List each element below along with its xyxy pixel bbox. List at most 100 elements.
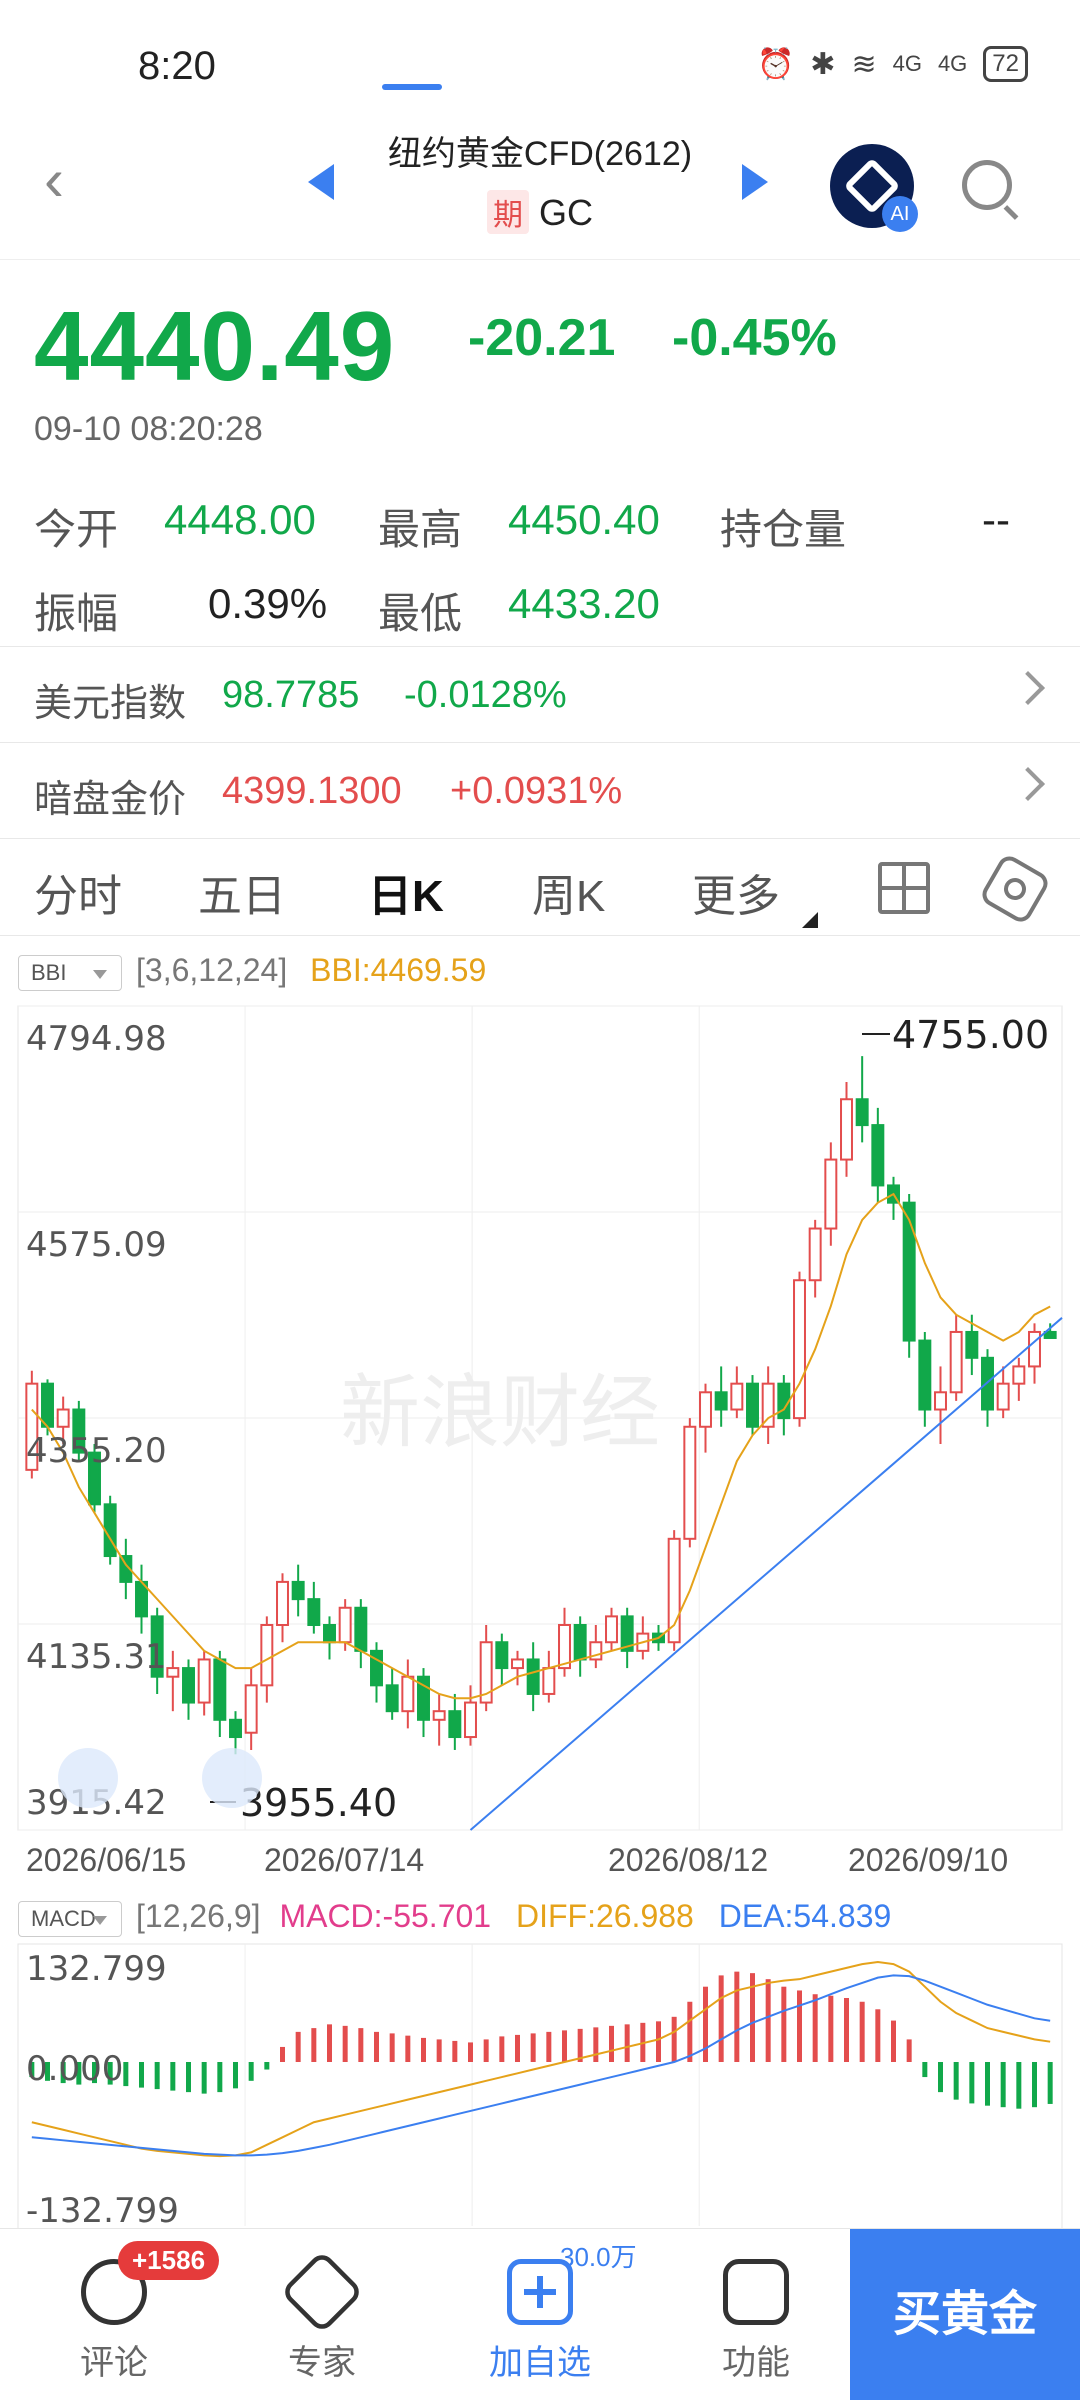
- macd-bar: [656, 2021, 661, 2062]
- candle-body: [934, 1391, 947, 1411]
- symbol-line: 期 GC: [0, 190, 1080, 234]
- candle-body: [746, 1382, 759, 1428]
- candle-body: [354, 1606, 368, 1652]
- macd-bar: [687, 2001, 693, 2062]
- candle-body: [605, 1615, 618, 1644]
- tab-intraday[interactable]: 分时: [34, 860, 122, 924]
- bbi-value: BBI:4469.59: [310, 952, 487, 988]
- date-label: 2026/09/10: [848, 1842, 1009, 1878]
- price-change: -20.21: [468, 309, 616, 367]
- macd-bar: [969, 2062, 975, 2104]
- y-axis-label: 4794.98: [26, 1019, 167, 1059]
- macd-bar: [170, 2062, 176, 2091]
- function-icon: [723, 2259, 789, 2325]
- expand-chart-icon: [58, 1748, 118, 1808]
- candle-body: [855, 1098, 869, 1127]
- date-label: 2026/08/12: [608, 1842, 769, 1878]
- divider: [0, 742, 1080, 743]
- battery-icon: 72: [983, 46, 1028, 82]
- high-value-wrap: 4450.40: [508, 496, 660, 544]
- macd-bar: [1000, 2062, 1006, 2108]
- macd-header: MACD [12,26,9] MACD:-55.701 DIFF:26.988 D…: [18, 1898, 891, 1938]
- candle-body: [793, 1279, 806, 1420]
- tab-daily-k[interactable]: 日K: [368, 860, 444, 924]
- function-tab[interactable]: 功能: [686, 2229, 826, 2384]
- macd-bar: [499, 2036, 505, 2062]
- usd-index-change: -0.0128%: [404, 674, 567, 716]
- macd-bar: [1016, 2062, 1022, 2109]
- candle-body: [213, 1658, 227, 1721]
- fullscreen-icon: [202, 1748, 262, 1808]
- function-label: 功能: [722, 2344, 790, 2382]
- candle-body: [714, 1391, 728, 1411]
- open-label: 今开: [34, 506, 119, 553]
- alarm-icon: ⏰: [756, 47, 795, 81]
- buy-gold-button[interactable]: 买黄金: [850, 2229, 1080, 2400]
- expert-tab[interactable]: 专家: [252, 2229, 392, 2384]
- candle-body: [323, 1623, 336, 1644]
- symbol-code: GC: [539, 192, 593, 233]
- search-icon[interactable]: [962, 160, 1012, 210]
- indicator-select[interactable]: BBI: [18, 954, 122, 991]
- macd-bar: [828, 1995, 834, 2062]
- macd-bar: [765, 1979, 771, 2062]
- macd-y-label: 132.799: [26, 1949, 167, 1989]
- macd-select[interactable]: MACD: [18, 1900, 122, 1937]
- y-axis-label: 4575.09: [26, 1225, 167, 1265]
- title-bar: ‹ 纽约黄金CFD(2612) 期 GC AI: [0, 120, 1080, 260]
- more-dropdown-icon: [802, 912, 818, 928]
- candle-body: [244, 1684, 258, 1734]
- date-label: 2026/07/14: [264, 1842, 425, 1878]
- chevron-right-icon: [1011, 671, 1045, 705]
- macd-bar: [374, 2031, 379, 2062]
- wifi-icon: ≋: [851, 47, 877, 81]
- macd-bar: [154, 2062, 160, 2090]
- candle-body: [260, 1623, 274, 1687]
- low-stat: 最低: [378, 580, 462, 641]
- candle-body: [840, 1098, 853, 1161]
- page-title: 纽约黄金CFD(2612): [387, 135, 693, 173]
- candle-body: [526, 1658, 540, 1695]
- candle-body: [573, 1623, 587, 1661]
- macd-bar: [468, 2042, 473, 2062]
- candle-body: [902, 1201, 916, 1342]
- macd-bar: [593, 2027, 599, 2062]
- macd-bar: [797, 1990, 802, 2062]
- macd-bar: [233, 2062, 238, 2089]
- layout-grid-icon[interactable]: [878, 862, 930, 914]
- candle-body: [338, 1606, 352, 1644]
- macd-bar: [452, 2040, 458, 2062]
- diff-value: DIFF:26.988: [515, 1898, 694, 1934]
- dark-pool-row[interactable]: 暗盘金价 4399.1300 +0.0931%: [0, 744, 1080, 840]
- candle-body: [1012, 1365, 1026, 1385]
- macd-bar: [938, 2062, 943, 2093]
- comment-label: 评论: [80, 2344, 148, 2382]
- macd-bar: [327, 2024, 332, 2062]
- kline-chart[interactable]: 新浪财经4794.984575.094355.204135.313915.424…: [0, 1000, 1080, 1840]
- tab-five-day[interactable]: 五日: [198, 860, 286, 924]
- candle-body: [949, 1330, 963, 1394]
- dark-pool-value: 4399.1300: [222, 770, 402, 812]
- active-tab-indicator: [382, 84, 442, 90]
- macd-bar: [609, 2025, 614, 2062]
- tab-more[interactable]: 更多: [692, 860, 780, 924]
- candle-body: [965, 1330, 979, 1359]
- ai-assistant-button[interactable]: AI: [830, 144, 918, 232]
- usd-index-row[interactable]: 美元指数 98.7785 -0.0128%: [0, 648, 1080, 744]
- macd-chart[interactable]: 132.799 0.000 -132.799: [0, 1940, 1080, 2230]
- candle-body: [871, 1124, 885, 1187]
- next-instrument-icon[interactable]: [742, 164, 768, 200]
- oi-value-wrap: --: [982, 496, 1010, 544]
- amp-value-wrap: 0.39%: [208, 580, 327, 628]
- high-label: 最高: [378, 506, 463, 553]
- quote-timestamp: 09-10 08:20:28: [34, 410, 263, 448]
- amp-label: 振幅: [34, 590, 119, 637]
- macd-bar: [264, 2062, 270, 2070]
- candle-body: [730, 1382, 744, 1411]
- tab-weekly-k[interactable]: 周K: [532, 860, 605, 924]
- candle-body: [996, 1382, 1010, 1411]
- macd-value: MACD:-55.701: [279, 1898, 492, 1934]
- macd-bar: [1032, 2062, 1037, 2108]
- chevron-right-icon: [1011, 767, 1045, 801]
- macd-bar: [530, 2033, 536, 2062]
